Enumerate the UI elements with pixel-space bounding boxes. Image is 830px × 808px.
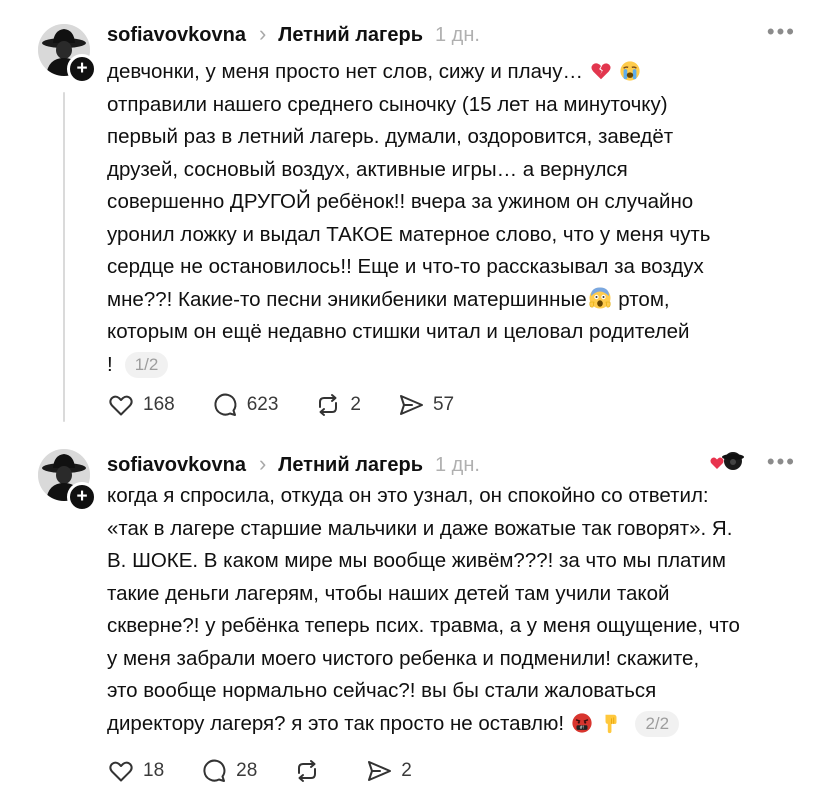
post-time: 1 дн. [435, 23, 480, 46]
comment-count: 28 [236, 760, 258, 781]
share-count: 2 [401, 760, 412, 781]
post-text: когда я спросила, откуда он это узнал, о… [107, 480, 807, 740]
text-line: «так в лагере старшие мальчики и даже во… [107, 516, 733, 540]
repost-icon [298, 760, 317, 782]
topic-tag[interactable]: Летний лагерь [278, 454, 423, 477]
more-dots-icon[interactable]: ••• [767, 451, 796, 473]
text-line: друзей, сосновый воздух, активные игры… … [107, 157, 628, 181]
comment-button[interactable]: 623 [211, 391, 279, 419]
text-line: которым он ещё недавно стишки читал и це… [107, 320, 690, 343]
text-line: сердце не остановилось!! Еще и что-то ра… [107, 255, 704, 278]
comment-bubble-icon [203, 759, 226, 782]
post-actions: 168 623 2 57 [107, 390, 490, 420]
share-plane-icon [399, 395, 423, 415]
like-count: 168 [143, 394, 175, 415]
thread-post-1: + sofiavovkovna › Летний лагерь 1 дн. ••… [0, 0, 830, 432]
pointing-down-emoji [605, 714, 617, 733]
like-count: 18 [143, 760, 165, 781]
share-button[interactable]: 57 [397, 391, 454, 419]
repost-button[interactable]: 2 [314, 391, 361, 419]
svg-text:#!: #! [579, 725, 584, 730]
crying-face-emoji [620, 61, 640, 81]
text-line: мне??! Какие-то песни эникибеники матерш… [107, 287, 587, 311]
post-header: sofiavovkovna › Летний лагерь 1 дн. [107, 18, 480, 52]
text-line: первый раз в летний лагерь. думали, оздо… [107, 125, 674, 148]
page-indicator: 1/2 [124, 351, 169, 378]
follow-plus-icon[interactable]: + [67, 54, 97, 84]
topic-tag[interactable]: Летний лагерь [278, 24, 423, 47]
text-line: уронил ложку и выдал ТАКОЕ матерное слов… [107, 222, 711, 246]
post-text: девчонки, у меня просто нет слов, сижу и… [107, 56, 807, 381]
repost-icon [319, 394, 338, 416]
text-line: В. ШОКЕ. В каком мире мы вообще живём???… [107, 549, 726, 572]
text-line: совершенно ДРУГОЙ ребёнок!! вчера за ужи… [107, 190, 694, 213]
share-plane-icon [368, 761, 392, 781]
text-line: это вообще нормально сейчас?! вы бы стал… [107, 679, 657, 702]
text-line: ртом, [612, 287, 670, 311]
repost-button[interactable] [293, 757, 329, 785]
repost-count: 2 [350, 394, 361, 415]
post-actions: 18 28 2 [107, 756, 448, 786]
text-line: директору лагеря? я это так просто не ос… [107, 711, 565, 735]
share-count: 57 [432, 394, 455, 415]
share-button[interactable]: 2 [365, 757, 412, 785]
text-line: ! [107, 352, 113, 376]
text-line: такие деньги лагерям, чтобы наших детей … [107, 581, 670, 605]
username[interactable]: sofiavovkovna [107, 24, 246, 47]
chevron-right-icon: › [258, 21, 267, 46]
post-header: sofiavovkovna › Летний лагерь 1 дн. [107, 448, 480, 482]
like-button[interactable]: 18 [107, 757, 164, 785]
like-button[interactable]: 168 [107, 391, 175, 419]
post-time: 1 дн. [435, 453, 480, 476]
chevron-right-icon: › [258, 451, 267, 476]
thread-line [63, 92, 65, 422]
cursing-face-emoji: #! [572, 712, 592, 733]
heart-icon [109, 395, 133, 416]
thread-post-2: + sofiavovkovna › Летний лагерь 1 дн. ••… [0, 432, 830, 808]
broken-heart-emoji [591, 63, 611, 80]
text-line: отправили нашего среднего сыночку (15 ле… [107, 92, 668, 116]
liked-by-avatar-icon [710, 452, 744, 470]
heart-icon [109, 761, 133, 782]
text-line: девчонки, у меня просто нет слов, сижу и… [107, 60, 583, 83]
comment-count: 623 [246, 394, 279, 415]
text-line: скверне?! у ребёнка теперь псих. травма,… [107, 614, 740, 637]
more-dots-icon[interactable]: ••• [767, 21, 796, 43]
text-line: у меня забрали моего чистого ребенка и п… [107, 646, 700, 670]
text-line: когда я спросила, откуда он это узнал, о… [107, 484, 709, 507]
screaming-face-emoji [589, 287, 611, 308]
follow-plus-icon[interactable]: + [67, 482, 97, 512]
comment-button[interactable]: 28 [200, 757, 257, 785]
username[interactable]: sofiavovkovna [107, 454, 246, 477]
comment-bubble-icon [214, 393, 237, 416]
page-indicator: 2/2 [635, 710, 680, 737]
